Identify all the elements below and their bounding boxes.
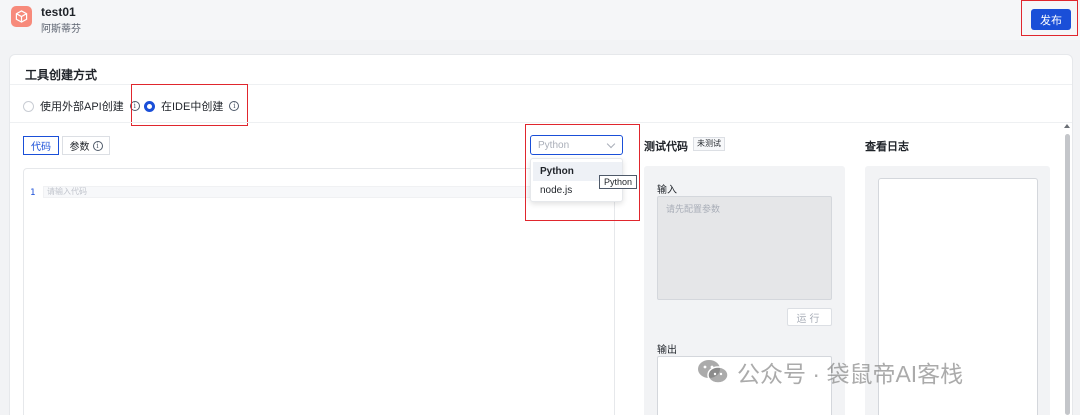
language-select[interactable]: Python <box>530 135 623 155</box>
radio-circle[interactable] <box>23 100 34 112</box>
info-icon[interactable]: i <box>129 101 140 111</box>
divider <box>10 84 1072 85</box>
radio-label: 在IDE中创建 <box>161 101 224 113</box>
run-button[interactable]: 运行 <box>787 308 832 326</box>
status-badge: 未测试 <box>693 137 725 151</box>
chevron-down-icon <box>606 139 616 149</box>
section-title: 工具创建方式 <box>25 68 98 82</box>
radio-circle-checked[interactable] <box>144 100 155 112</box>
radio-ide[interactable]: 在IDE中创建 i <box>144 98 240 114</box>
output-label: 输出 <box>657 345 677 356</box>
watermark-text: 公众号 · 袋鼠帝AI客栈 <box>737 361 964 387</box>
publish-button[interactable]: 发布 <box>1031 9 1071 30</box>
app-subtitle: 阿斯蒂芬 <box>41 24 81 35</box>
tab-code[interactable]: 代码 <box>23 136 59 155</box>
test-code-title: 测试代码 <box>644 141 688 153</box>
radio-label: 使用外部API创建 <box>40 101 124 113</box>
radio-external-api[interactable]: 使用外部API创建 i <box>23 98 140 114</box>
option-tooltip: Python <box>599 175 638 189</box>
wechat-icon <box>697 359 729 385</box>
code-input-line[interactable]: 请输入代码 <box>43 186 611 198</box>
code-editor[interactable] <box>23 168 615 415</box>
app-title: test01 <box>41 5 76 19</box>
line-number: 1 <box>30 188 36 198</box>
test-input-field[interactable]: 请先配置参数 <box>657 196 832 300</box>
tab-params[interactable]: 参数 i <box>62 136 110 155</box>
cube-icon <box>11 6 32 27</box>
scroll-up-icon[interactable] <box>1064 124 1070 128</box>
info-icon[interactable]: i <box>229 101 240 111</box>
log-title: 查看日志 <box>865 141 909 153</box>
watermark: 公众号 · 袋鼠帝AI客栈 <box>697 355 963 389</box>
input-label: 输入 <box>657 185 677 196</box>
info-icon: i <box>92 140 103 151</box>
tab-label: 代码 <box>31 142 51 153</box>
top-bar <box>0 0 1080 40</box>
scrollbar[interactable] <box>1065 134 1070 415</box>
select-value: Python <box>538 139 570 151</box>
tab-label: 参数 <box>69 142 90 153</box>
divider <box>10 122 1072 123</box>
